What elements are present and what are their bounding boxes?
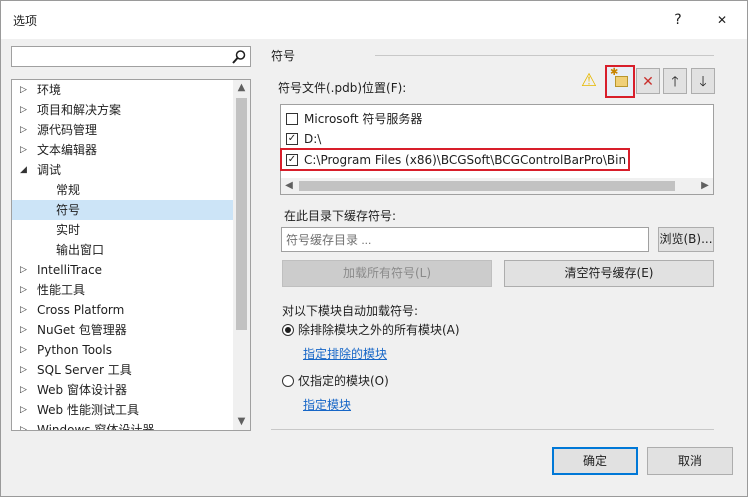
warning-icon: ⚠ xyxy=(580,70,598,91)
new-location-button[interactable]: ✱ xyxy=(605,65,635,98)
tree-item-label: 环境 xyxy=(37,83,62,97)
location-checkbox[interactable]: ✓ xyxy=(286,133,298,145)
options-dialog: 选项 ? ✕ ▷ 环境 ▷ 项目和解决方案 ▷ 源代码管理 ▷ 文本编辑器 ◢ … xyxy=(0,0,748,497)
tree-item-label: 实时 xyxy=(56,223,81,237)
section-title: 符号 xyxy=(271,49,296,63)
tree-item-label: 项目和解决方案 xyxy=(37,103,122,117)
section-divider xyxy=(375,55,714,56)
scroll-down-icon[interactable]: ▼ xyxy=(233,414,250,430)
cancel-button[interactable]: 取消 xyxy=(647,447,733,475)
tree-item-performance-tools[interactable]: ▷ 性能工具 xyxy=(12,280,234,300)
tree-item-web-forms-designer[interactable]: ▷ Web 窗体设计器 xyxy=(12,380,234,400)
ok-button[interactable]: 确定 xyxy=(552,447,638,475)
move-down-button[interactable]: 🡓 xyxy=(691,68,715,94)
footer-divider xyxy=(271,429,714,430)
scroll-right-icon[interactable]: ▶ xyxy=(697,178,713,194)
expand-arrow-icon[interactable]: ▷ xyxy=(20,120,30,140)
tree-item-windows-forms-designer[interactable]: ▷ Windows 窗体设计器 xyxy=(12,420,234,431)
radio-button[interactable] xyxy=(282,375,294,387)
scroll-left-icon[interactable]: ◀ xyxy=(281,178,297,194)
scrollbar-thumb[interactable] xyxy=(236,98,247,330)
window-title: 选项 xyxy=(13,14,38,28)
search-icon[interactable] xyxy=(231,49,247,65)
auto-load-label: 对以下模块自动加载符号: xyxy=(282,304,419,318)
expand-arrow-icon[interactable]: ▷ xyxy=(20,380,30,400)
expand-arrow-icon[interactable]: ▷ xyxy=(20,320,30,340)
options-search-box[interactable] xyxy=(11,46,251,67)
expand-arrow-icon[interactable]: ▷ xyxy=(20,260,30,280)
expand-arrow-icon[interactable]: ▷ xyxy=(20,360,30,380)
tree-item-label: Python Tools xyxy=(37,343,112,357)
collapse-arrow-icon[interactable]: ◢ xyxy=(20,160,30,180)
tree-item-nuget[interactable]: ▷ NuGet 包管理器 xyxy=(12,320,234,340)
tree-item-label: Cross Platform xyxy=(37,303,125,317)
load-all-symbols-button[interactable]: 加载所有符号(L) xyxy=(282,260,492,287)
tree-item-general[interactable]: 常规 xyxy=(12,180,234,200)
close-button[interactable]: ✕ xyxy=(707,7,737,33)
expand-arrow-icon[interactable]: ▷ xyxy=(20,280,30,300)
tree-item-cross-platform[interactable]: ▷ Cross Platform xyxy=(12,300,234,320)
tree-item-label: SQL Server 工具 xyxy=(37,363,132,377)
new-star-icon: ✱ xyxy=(610,67,619,78)
browse-button[interactable]: 浏览(B)... xyxy=(658,227,714,252)
expand-arrow-icon[interactable]: ▷ xyxy=(20,340,30,360)
options-tree: ▷ 环境 ▷ 项目和解决方案 ▷ 源代码管理 ▷ 文本编辑器 ◢ 调试 常规 符… xyxy=(11,79,251,431)
tree-item-label: 输出窗口 xyxy=(56,243,105,257)
search-input[interactable] xyxy=(12,47,222,66)
expand-arrow-icon[interactable]: ▷ xyxy=(20,140,30,160)
expand-arrow-icon[interactable]: ▷ xyxy=(20,420,30,430)
cache-directory-field[interactable] xyxy=(281,227,649,252)
tree-item-label: Web 窗体设计器 xyxy=(37,383,127,397)
tree-item-label: Windows 窗体设计器 xyxy=(37,423,155,431)
specify-excluded-modules-link[interactable]: 指定排除的模块 xyxy=(303,345,387,362)
tree-item-label: 常规 xyxy=(56,183,81,197)
expand-arrow-icon[interactable]: ▷ xyxy=(20,80,30,100)
title-bar: 选项 ? ✕ xyxy=(1,1,747,39)
tree-item-label: 源代码管理 xyxy=(37,123,98,137)
tree-item-label: 调试 xyxy=(37,163,62,177)
highlight-annotation xyxy=(280,148,630,171)
tree-item-symbols[interactable]: 符号 xyxy=(12,200,234,220)
tree-item-text-editor[interactable]: ▷ 文本编辑器 xyxy=(12,140,234,160)
expand-arrow-icon[interactable]: ▷ xyxy=(20,300,30,320)
cache-directory-label: 在此目录下缓存符号: xyxy=(284,209,397,223)
expand-arrow-icon[interactable]: ▷ xyxy=(20,400,30,420)
pdb-locations-label: 符号文件(.pdb)位置(F): xyxy=(278,81,407,95)
scrollbar-thumb[interactable] xyxy=(299,181,675,191)
location-checkbox[interactable] xyxy=(286,113,298,125)
clear-symbol-cache-button[interactable]: 清空符号缓存(E) xyxy=(504,260,714,287)
tree-item-environment[interactable]: ▷ 环境 xyxy=(12,80,234,100)
tree-item-output-window[interactable]: 输出窗口 xyxy=(12,240,234,260)
tree-item-intellitrace[interactable]: ▷ IntelliTrace xyxy=(12,260,234,280)
tree-item-python-tools[interactable]: ▷ Python Tools xyxy=(12,340,234,360)
tree-item-label: 文本编辑器 xyxy=(37,143,98,157)
tree-item-sql-server-tools[interactable]: ▷ SQL Server 工具 xyxy=(12,360,234,380)
specify-modules-link[interactable]: 指定模块 xyxy=(303,396,351,413)
help-button[interactable]: ? xyxy=(665,7,691,33)
cache-directory-input[interactable] xyxy=(282,228,642,251)
tree-item-web-perf-test-tools[interactable]: ▷ Web 性能测试工具 xyxy=(12,400,234,420)
tree-item-label: 符号 xyxy=(56,203,81,217)
tree-vertical-scrollbar[interactable]: ▲ ▼ xyxy=(233,80,250,430)
expand-arrow-icon[interactable]: ▷ xyxy=(20,100,30,120)
scroll-up-icon[interactable]: ▲ xyxy=(233,80,250,96)
tree-item-label: NuGet 包管理器 xyxy=(37,323,127,337)
list-horizontal-scrollbar[interactable]: ◀ ▶ xyxy=(281,178,713,194)
location-path: D:\ xyxy=(304,132,322,146)
delete-location-button[interactable]: ✕ xyxy=(636,68,660,94)
tree-item-label: Web 性能测试工具 xyxy=(37,403,139,417)
radio-button-selected[interactable] xyxy=(282,324,294,336)
tree-item-label: IntelliTrace xyxy=(37,263,103,277)
tree-item-debugging[interactable]: ◢ 调试 xyxy=(12,160,234,180)
location-path: Microsoft 符号服务器 xyxy=(304,112,423,126)
tree-item-just-in-time[interactable]: 实时 xyxy=(12,220,234,240)
tree-item-label: 性能工具 xyxy=(37,283,86,297)
tree-item-projects-solutions[interactable]: ▷ 项目和解决方案 xyxy=(12,100,234,120)
tree-item-source-control[interactable]: ▷ 源代码管理 xyxy=(12,120,234,140)
radio-label: 除排除模块之外的所有模块(A) xyxy=(298,323,460,337)
move-up-button[interactable]: 🡑 xyxy=(663,68,687,94)
radio-label: 仅指定的模块(O) xyxy=(298,374,389,388)
